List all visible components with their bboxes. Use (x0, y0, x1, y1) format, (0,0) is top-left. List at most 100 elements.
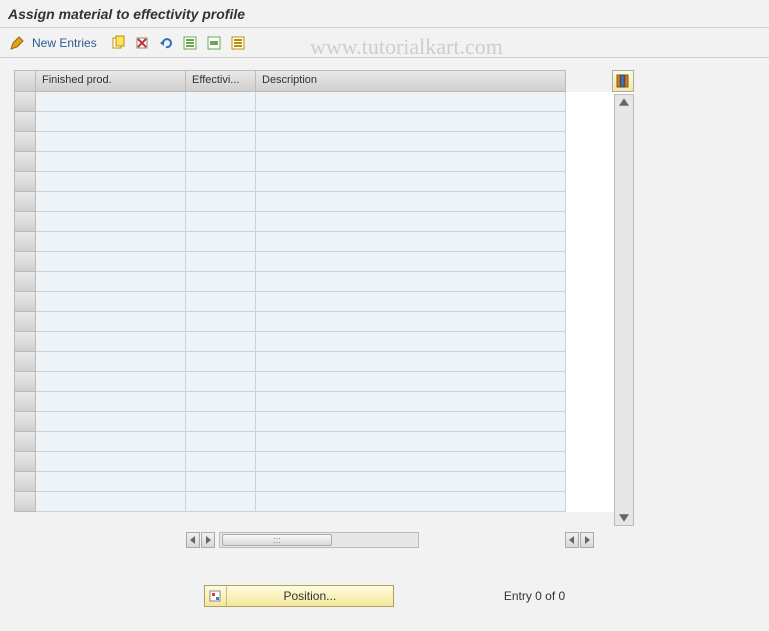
cell-effectivity[interactable] (186, 432, 256, 452)
row-selector[interactable] (14, 92, 36, 112)
scroll-right-end-icon[interactable] (580, 532, 594, 548)
cell-effectivity[interactable] (186, 252, 256, 272)
scrollbar-thumb[interactable]: ::: (222, 534, 332, 546)
cell-effectivity[interactable] (186, 92, 256, 112)
cell-finished-prod[interactable] (36, 172, 186, 192)
cell-effectivity[interactable] (186, 332, 256, 352)
row-selector[interactable] (14, 112, 36, 132)
cell-description[interactable] (256, 412, 566, 432)
cell-finished-prod[interactable] (36, 292, 186, 312)
cell-effectivity[interactable] (186, 312, 256, 332)
row-selector[interactable] (14, 352, 36, 372)
cell-finished-prod[interactable] (36, 472, 186, 492)
column-header-description[interactable]: Description (256, 70, 566, 92)
cell-description[interactable] (256, 332, 566, 352)
cell-effectivity[interactable] (186, 272, 256, 292)
cell-description[interactable] (256, 492, 566, 512)
row-selector[interactable] (14, 392, 36, 412)
cell-description[interactable] (256, 452, 566, 472)
row-selector[interactable] (14, 472, 36, 492)
cell-effectivity[interactable] (186, 212, 256, 232)
cell-description[interactable] (256, 292, 566, 312)
cell-description[interactable] (256, 372, 566, 392)
cell-effectivity[interactable] (186, 452, 256, 472)
cell-description[interactable] (256, 352, 566, 372)
row-selector[interactable] (14, 492, 36, 512)
cell-description[interactable] (256, 132, 566, 152)
new-entries-button[interactable]: New Entries (32, 36, 97, 50)
copy-icon[interactable] (109, 34, 127, 52)
cell-finished-prod[interactable] (36, 192, 186, 212)
cell-finished-prod[interactable] (36, 92, 186, 112)
cell-effectivity[interactable] (186, 472, 256, 492)
cell-effectivity[interactable] (186, 392, 256, 412)
cell-description[interactable] (256, 312, 566, 332)
cell-finished-prod[interactable] (36, 332, 186, 352)
cell-finished-prod[interactable] (36, 492, 186, 512)
row-selector[interactable] (14, 132, 36, 152)
cell-effectivity[interactable] (186, 492, 256, 512)
row-select-all[interactable] (14, 70, 36, 92)
cell-description[interactable] (256, 112, 566, 132)
column-header-finished-prod[interactable]: Finished prod. (36, 70, 186, 92)
row-selector[interactable] (14, 212, 36, 232)
scroll-left-end-icon[interactable] (565, 532, 579, 548)
cell-description[interactable] (256, 232, 566, 252)
cell-description[interactable] (256, 472, 566, 492)
configure-columns-button[interactable] (612, 70, 634, 92)
cell-finished-prod[interactable] (36, 372, 186, 392)
column-header-effectivity[interactable]: Effectivi... (186, 70, 256, 92)
cell-effectivity[interactable] (186, 232, 256, 252)
cell-finished-prod[interactable] (36, 432, 186, 452)
cell-finished-prod[interactable] (36, 212, 186, 232)
cell-description[interactable] (256, 152, 566, 172)
row-selector[interactable] (14, 232, 36, 252)
cell-description[interactable] (256, 192, 566, 212)
deselect-icon[interactable] (229, 34, 247, 52)
vertical-scrollbar[interactable] (614, 94, 634, 526)
cell-finished-prod[interactable] (36, 252, 186, 272)
scroll-right-icon[interactable] (201, 532, 215, 548)
cell-description[interactable] (256, 272, 566, 292)
scroll-down-icon[interactable] (617, 513, 631, 523)
cell-description[interactable] (256, 92, 566, 112)
cell-description[interactable] (256, 392, 566, 412)
cell-finished-prod[interactable] (36, 132, 186, 152)
cell-effectivity[interactable] (186, 132, 256, 152)
row-selector[interactable] (14, 312, 36, 332)
row-selector[interactable] (14, 372, 36, 392)
row-selector[interactable] (14, 172, 36, 192)
cell-finished-prod[interactable] (36, 352, 186, 372)
horizontal-scrollbar[interactable]: ::: (219, 532, 419, 548)
scroll-left-icon[interactable] (186, 532, 200, 548)
select-block-icon[interactable] (205, 34, 223, 52)
row-selector[interactable] (14, 412, 36, 432)
row-selector[interactable] (14, 432, 36, 452)
row-selector[interactable] (14, 192, 36, 212)
select-all-icon[interactable] (181, 34, 199, 52)
cell-effectivity[interactable] (186, 352, 256, 372)
cell-effectivity[interactable] (186, 112, 256, 132)
cell-description[interactable] (256, 212, 566, 232)
row-selector[interactable] (14, 452, 36, 472)
cell-finished-prod[interactable] (36, 452, 186, 472)
cell-finished-prod[interactable] (36, 112, 186, 132)
cell-finished-prod[interactable] (36, 152, 186, 172)
scroll-up-icon[interactable] (617, 97, 631, 107)
cell-effectivity[interactable] (186, 292, 256, 312)
undo-icon[interactable] (157, 34, 175, 52)
cell-finished-prod[interactable] (36, 272, 186, 292)
position-button[interactable]: Position... (204, 585, 394, 607)
cell-effectivity[interactable] (186, 152, 256, 172)
delete-icon[interactable] (133, 34, 151, 52)
cell-effectivity[interactable] (186, 192, 256, 212)
cell-description[interactable] (256, 432, 566, 452)
row-selector[interactable] (14, 152, 36, 172)
pencil-icon[interactable] (8, 34, 26, 52)
row-selector[interactable] (14, 292, 36, 312)
row-selector[interactable] (14, 332, 36, 352)
cell-finished-prod[interactable] (36, 412, 186, 432)
cell-effectivity[interactable] (186, 172, 256, 192)
cell-description[interactable] (256, 172, 566, 192)
row-selector[interactable] (14, 272, 36, 292)
